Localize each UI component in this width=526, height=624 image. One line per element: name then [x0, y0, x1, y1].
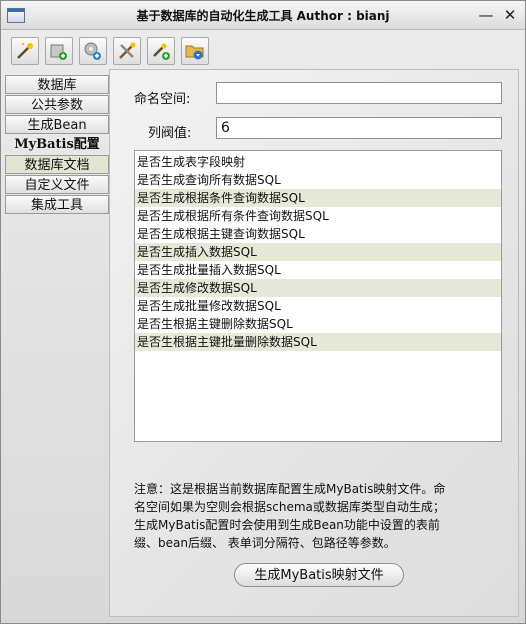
close-button[interactable]: ✕: [501, 6, 519, 24]
threshold-input[interactable]: [216, 117, 502, 139]
minimize-button[interactable]: —: [477, 6, 495, 24]
toolbar-button-gear-add[interactable]: [79, 37, 107, 65]
app-window: 基于数据库的自动化生成工具 Author : bianj — ✕ 数据库 公共参…: [0, 0, 526, 624]
toolbar-button-tools[interactable]: [113, 37, 141, 65]
tab-generate-bean[interactable]: 生成Bean: [5, 115, 109, 134]
note-line: 生成MyBatis配置时会使用到生成Bean功能中设置的表前: [134, 518, 440, 532]
mybatis-config-panel: 命名空间: 列阀值: 是否生成表字段映射 是否生成查询所有数据SQL 是否生成根…: [109, 69, 519, 617]
list-item[interactable]: 是否生成插入数据SQL: [135, 243, 501, 261]
tab-database-doc[interactable]: 数据库文档: [5, 155, 109, 174]
tab-common-params[interactable]: 公共参数: [5, 95, 109, 114]
list-item[interactable]: 是否生根据主键批量删除数据SQL: [135, 333, 501, 351]
toolbar-button-add-gear[interactable]: [45, 37, 73, 65]
tools-icon: [119, 42, 136, 59]
add-gear-icon: [50, 44, 67, 60]
list-item[interactable]: 是否生成修改数据SQL: [135, 279, 501, 297]
threshold-label: 列阀值:: [148, 126, 192, 141]
window-title: 基于数据库的自动化生成工具 Author : bianj: [136, 9, 390, 23]
wand-add-icon: [153, 43, 170, 60]
gear-add-icon: [84, 42, 101, 60]
folder-download-icon: [185, 45, 204, 60]
note-line: 注意：这是根据当前数据库配置生成MyBatis映射文件。命: [134, 482, 446, 496]
generate-mybatis-button[interactable]: 生成MyBatis映射文件: [234, 563, 404, 587]
toolbar-button-folder-download[interactable]: [181, 37, 209, 65]
list-item[interactable]: 是否生成批量插入数据SQL: [135, 261, 501, 279]
tab-integration-tools[interactable]: 集成工具: [5, 195, 109, 214]
namespace-label: 命名空间:: [134, 92, 191, 107]
list-item[interactable]: 是否生成根据条件查询数据SQL: [135, 189, 501, 207]
title-bar[interactable]: 基于数据库的自动化生成工具 Author : bianj — ✕: [1, 1, 525, 30]
tab-custom-file[interactable]: 自定义文件: [5, 175, 109, 194]
namespace-input[interactable]: [216, 82, 502, 104]
list-item[interactable]: 是否生成查询所有数据SQL: [135, 171, 501, 189]
tab-database[interactable]: 数据库: [5, 75, 109, 94]
list-item[interactable]: 是否生根据主键删除数据SQL: [135, 315, 501, 333]
note-line: 名空间如果为空则会根据schema或数据库类型自动生成；: [134, 500, 445, 514]
toolbar-button-wand[interactable]: [11, 37, 39, 65]
toolbar-button-wand-add[interactable]: [147, 37, 175, 65]
tab-list: 数据库 公共参数 生成Bean MyBatis配置 数据库文档 自定义文件 集成…: [5, 75, 109, 215]
list-item[interactable]: 是否生成根据所有条件查询数据SQL: [135, 207, 501, 225]
list-item[interactable]: 是否生成批量修改数据SQL: [135, 297, 501, 315]
tab-mybatis-config[interactable]: MyBatis配置: [5, 135, 109, 154]
wand-icon: [17, 42, 33, 59]
list-item[interactable]: 是否生成表字段映射: [135, 153, 501, 171]
list-item[interactable]: 是否生成根据主键查询数据SQL: [135, 225, 501, 243]
note-text: 注意：这是根据当前数据库配置生成MyBatis映射文件。命 名空间如果为空则会根…: [134, 480, 506, 552]
note-line: 缀、bean后缀、 表单词分隔符、包路径等参数。: [134, 536, 396, 550]
sql-options-list[interactable]: 是否生成表字段映射 是否生成查询所有数据SQL 是否生成根据条件查询数据SQL …: [134, 150, 502, 442]
